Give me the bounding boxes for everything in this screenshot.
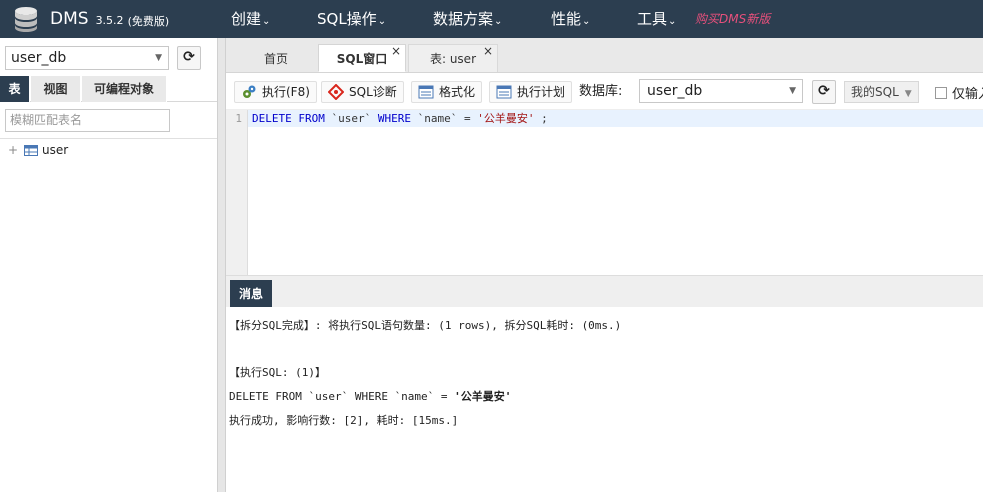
dropdown-arrow-icon: ▼ <box>155 53 162 63</box>
tab-home-label: 首页 <box>263 52 288 66</box>
code-keyword: WHERE <box>377 112 411 125</box>
format-label: 格式化 <box>439 85 476 99</box>
nav-sql-ops[interactable]: SQL操作⌄ <box>317 0 386 38</box>
message-sql-value: '公羊曼安' <box>454 390 512 403</box>
plan-icon <box>496 85 512 99</box>
only-input-label: 仅输入 <box>952 87 983 102</box>
tree-item-user[interactable]: + user <box>8 142 68 158</box>
code-text: DELETE FROM `user` WHERE `name` = '公羊曼安'… <box>252 111 548 126</box>
nav-performance-label: 性能 <box>551 10 582 28</box>
app-name: DMS <box>50 9 89 29</box>
execute-label: 执行(F8) <box>262 85 310 99</box>
execute-button[interactable]: 执行(F8) <box>234 81 317 103</box>
refresh-icon: ⟳ <box>183 49 195 65</box>
only-input-checkbox[interactable]: 仅输入 <box>935 83 983 102</box>
nav-create[interactable]: 创建⌄ <box>231 0 270 38</box>
nav-performance[interactable]: 性能⌄ <box>551 0 590 38</box>
checkbox-box[interactable] <box>935 86 947 99</box>
line-gutter: 1 <box>226 110 248 275</box>
tab-sql-window-label: SQL窗口 <box>336 52 388 66</box>
refresh-database-button[interactable]: ⟳ <box>812 80 836 104</box>
left-sidebar: user_db ▼ ⟳ 表 视图 可编程对象 模糊匹配表名 + user <box>0 38 217 492</box>
database-logo-icon <box>15 7 37 32</box>
active-code-line[interactable]: DELETE FROM `user` WHERE `name` = '公羊曼安'… <box>248 110 983 127</box>
chevron-down-icon: ⌄ <box>582 16 591 27</box>
code-string: '公羊曼安' <box>477 112 535 125</box>
tab-sql-window[interactable]: SQL窗口 × <box>318 44 406 72</box>
close-icon[interactable]: × <box>483 37 493 65</box>
dropdown-arrow-icon: ▼ <box>789 86 796 96</box>
execute-gears-icon <box>243 85 256 98</box>
message-tabbar: 消息 <box>226 275 983 308</box>
tab-views[interactable]: 视图 <box>31 76 81 102</box>
table-icon <box>24 144 38 156</box>
refresh-icon: ⟳ <box>818 83 830 99</box>
message-sql-prefix: DELETE FROM `user` WHERE `name` = <box>229 390 455 403</box>
database-dropdown[interactable]: user_db ▼ <box>639 79 803 103</box>
format-icon <box>418 85 434 99</box>
chevron-down-icon: ⌄ <box>494 16 503 27</box>
chevron-down-icon: ⌄ <box>262 16 271 27</box>
execution-plan-label: 执行计划 <box>517 85 566 99</box>
message-sql: DELETE FROM `user` WHERE `name` = '公羊曼安' <box>229 388 511 404</box>
tree-item-label: user <box>42 143 69 157</box>
database-dropdown-value: user_db <box>647 83 703 99</box>
tab-programmable-objects[interactable]: 可编程对象 <box>82 76 167 102</box>
tab-messages[interactable]: 消息 <box>230 280 273 308</box>
tab-table-user-label: 表: user <box>429 52 477 66</box>
panel-splitter[interactable] <box>217 38 226 492</box>
sql-diagnose-label: SQL诊断 <box>349 85 397 99</box>
sql-diagnose-button[interactable]: SQL诊断 <box>321 81 404 103</box>
my-sql-dropdown[interactable]: 我的SQL ▼ <box>844 81 919 103</box>
diagnose-icon <box>328 84 344 100</box>
nav-data-schema-label: 数据方案 <box>433 10 494 28</box>
brand[interactable]: DMS 3.5.2 (免费版) <box>12 4 169 34</box>
database-select-value: user_db <box>11 50 67 66</box>
message-result: 执行成功, 影响行数: [2], 耗时: [15ms.] <box>229 414 459 427</box>
message-panel: 【拆分SQL完成】: 将执行SQL语句数量: (1 rows), 拆分SQL耗时… <box>226 307 983 492</box>
nav-tools[interactable]: 工具⌄ <box>637 0 676 38</box>
nav-sql-ops-label: SQL操作 <box>317 10 377 28</box>
database-label: 数据库: <box>579 84 623 99</box>
sql-toolbar: 执行(F8) SQL诊断 格式化 执行计划 数据库: user_db ▼ ⟳ 我… <box>226 72 983 110</box>
refresh-button[interactable]: ⟳ <box>177 46 201 70</box>
message-split-done: 【拆分SQL完成】: 将执行SQL语句数量: (1 rows), 拆分SQL耗时… <box>229 319 622 332</box>
close-icon[interactable]: × <box>391 37 401 65</box>
top-navbar: DMS 3.5.2 (免费版) 创建⌄ SQL操作⌄ 数据方案⌄ 性能⌄ 工具⌄… <box>0 0 983 38</box>
sql-editor[interactable]: 1 DELETE FROM `user` WHERE `name` = '公羊曼… <box>226 110 983 275</box>
message-exec-header: 【执行SQL: (1)】 <box>229 366 326 379</box>
app-edition: (免费版) <box>127 14 170 28</box>
buy-new-version-link[interactable]: 购买DMS新版 <box>695 0 770 38</box>
code-operator: = <box>463 112 471 125</box>
app-version: 3.5.2 <box>95 14 124 27</box>
nav-data-schema[interactable]: 数据方案⌄ <box>433 0 502 38</box>
code-identifier: `user` <box>331 112 372 125</box>
execution-plan-button[interactable]: 执行计划 <box>489 81 573 103</box>
editor-tabbar: 首页 SQL窗口 × 表: user × <box>226 38 983 72</box>
line-number: 1 <box>235 112 242 125</box>
chevron-down-icon: ⌄ <box>377 16 387 27</box>
table-filter-input[interactable]: 模糊匹配表名 <box>5 109 170 132</box>
database-select[interactable]: user_db ▼ <box>5 46 169 70</box>
format-button[interactable]: 格式化 <box>411 81 483 103</box>
code-terminator: ; <box>541 112 548 125</box>
expand-icon[interactable]: + <box>8 143 20 157</box>
tab-table-user[interactable]: 表: user × <box>408 44 498 72</box>
divider <box>0 138 217 139</box>
object-type-tabs: 表 视图 可编程对象 <box>0 76 217 102</box>
tab-home[interactable]: 首页 <box>232 44 320 72</box>
nav-tools-label: 工具 <box>637 10 668 28</box>
my-sql-label: 我的SQL <box>851 85 899 99</box>
tab-tables[interactable]: 表 <box>0 76 30 102</box>
code-identifier: `name` <box>417 112 458 125</box>
chevron-down-icon: ⌄ <box>668 16 677 27</box>
dropdown-arrow-icon: ▼ <box>904 89 912 99</box>
code-keyword: DELETE FROM <box>252 112 325 125</box>
nav-create-label: 创建 <box>231 10 262 28</box>
